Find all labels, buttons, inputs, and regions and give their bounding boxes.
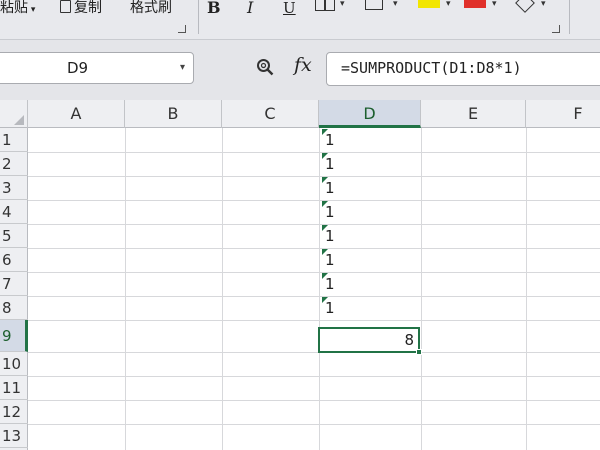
highlight-dropdown-icon[interactable]: ▾ <box>446 0 451 9</box>
clipboard-launcher-icon[interactable] <box>178 25 186 33</box>
font-color-dropdown-icon[interactable]: ▾ <box>492 0 497 9</box>
copy-button[interactable]: 复制 <box>60 0 102 16</box>
select-all-corner[interactable] <box>0 100 28 128</box>
row-header-active[interactable]: 9 <box>0 320 28 352</box>
column-headers: A B C D E F <box>0 100 600 128</box>
cell-D4[interactable]: 1 <box>322 200 422 224</box>
row-header[interactable]: 12 <box>0 400 28 424</box>
underline-button[interactable]: U <box>283 0 296 16</box>
cell-D3[interactable]: 1 <box>322 176 422 200</box>
ribbon-divider <box>198 0 199 34</box>
row-header[interactable]: 7 <box>0 272 28 296</box>
error-indicator-icon <box>322 225 328 231</box>
cell-D6[interactable]: 1 <box>322 248 422 272</box>
gridline <box>28 272 600 273</box>
ribbon-divider <box>569 0 570 34</box>
gridline <box>28 248 600 249</box>
column-header[interactable]: C <box>222 100 319 128</box>
spreadsheet-grid[interactable]: A B C D E F 1 2 3 4 5 6 7 8 9 10 11 12 1… <box>0 100 600 450</box>
row-header[interactable]: 6 <box>0 248 28 272</box>
ribbon-toolbar: 粘贴 ▾ 复制 格式刷 B I U ▾ ▾ ▾ ▾ ▾ <box>0 0 600 40</box>
column-header[interactable]: E <box>421 100 526 128</box>
cell-D7[interactable]: 1 <box>322 272 422 296</box>
error-indicator-icon <box>322 129 328 135</box>
font-color-icon[interactable] <box>464 0 486 8</box>
italic-button[interactable]: I <box>247 0 253 16</box>
gridline <box>28 200 600 201</box>
row-header[interactable]: 2 <box>0 152 28 176</box>
row-header[interactable]: 8 <box>0 296 28 320</box>
gridline <box>28 376 600 377</box>
column-header[interactable]: F <box>526 100 600 128</box>
gridline <box>28 424 600 425</box>
row-header[interactable]: 10 <box>0 352 28 376</box>
gridline <box>28 176 600 177</box>
cell-D9[interactable]: 8 <box>320 328 420 352</box>
clear-format-icon[interactable] <box>515 0 535 13</box>
gridline <box>28 152 600 153</box>
gridline <box>28 296 600 297</box>
paste-dropdown-icon[interactable]: ▾ <box>28 5 36 15</box>
highlight-color-icon[interactable] <box>418 0 440 8</box>
chevron-down-icon[interactable]: ▾ <box>180 62 185 73</box>
borders-icon[interactable] <box>315 0 335 11</box>
borders-dropdown-icon[interactable]: ▾ <box>340 0 345 9</box>
error-indicator-icon <box>322 153 328 159</box>
insert-function-icon[interactable]: fx <box>294 54 312 76</box>
row-header[interactable]: 3 <box>0 176 28 200</box>
error-indicator-icon <box>322 201 328 207</box>
fill-dropdown-icon[interactable]: ▾ <box>393 0 398 9</box>
formula-bar: D9 ▾ fx =SUMPRODUCT(D1:D8*1) <box>0 40 600 100</box>
format-painter-label: 格式刷 <box>130 0 172 16</box>
row-headers: 1 2 3 4 5 6 7 8 9 10 11 12 13 14 <box>0 128 28 450</box>
cell-D5[interactable]: 1 <box>322 224 422 248</box>
cell-D2[interactable]: 1 <box>322 152 422 176</box>
row-header[interactable]: 4 <box>0 200 28 224</box>
error-indicator-icon <box>322 273 328 279</box>
row-header[interactable]: 11 <box>0 376 28 400</box>
error-indicator-icon <box>322 249 328 255</box>
zoom-icon[interactable] <box>256 58 274 76</box>
cell-D1[interactable]: 1 <box>322 128 422 152</box>
gridline <box>28 400 600 401</box>
formula-input[interactable]: =SUMPRODUCT(D1:D8*1) <box>326 52 600 86</box>
fill-format-icon[interactable] <box>365 0 383 10</box>
column-header[interactable]: A <box>28 100 125 128</box>
font-launcher-icon[interactable] <box>552 25 560 33</box>
error-indicator-icon <box>322 297 328 303</box>
paste-label: 粘贴 <box>0 0 28 16</box>
bold-button[interactable]: B <box>207 0 221 16</box>
paste-button[interactable]: 粘贴 ▾ <box>0 0 35 16</box>
row-header[interactable]: 13 <box>0 424 28 448</box>
column-header-active[interactable]: D <box>319 100 421 128</box>
column-header[interactable]: B <box>125 100 222 128</box>
gridline <box>28 224 600 225</box>
name-box-value: D9 <box>67 59 89 77</box>
error-indicator-icon <box>322 177 328 183</box>
gridline <box>28 320 600 321</box>
cell-D8[interactable]: 1 <box>322 296 422 320</box>
format-painter-button[interactable]: 格式刷 <box>130 0 172 16</box>
name-box[interactable]: D9 ▾ <box>0 52 194 84</box>
copy-label: 复制 <box>74 0 102 16</box>
clear-dropdown-icon[interactable]: ▾ <box>541 0 546 9</box>
row-header[interactable]: 5 <box>0 224 28 248</box>
copy-icon <box>60 0 71 13</box>
row-header[interactable]: 1 <box>0 128 28 152</box>
gridline <box>28 352 600 353</box>
